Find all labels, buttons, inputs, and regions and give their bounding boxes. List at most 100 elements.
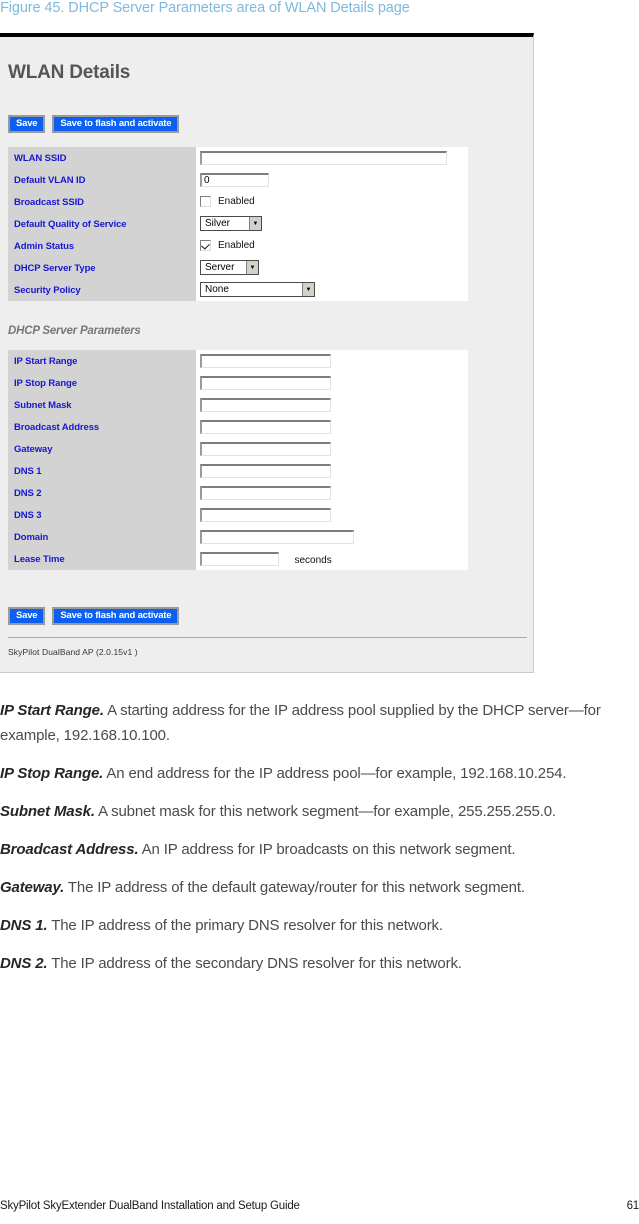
field-control-admin-status: Enabled	[196, 235, 468, 257]
term-text: A subnet mask for this network segment—f…	[94, 803, 556, 820]
dhcp-server-parameters-table: IP Start Range IP Stop Range Subnet Mask…	[8, 350, 468, 570]
field-control-ip-stop-range	[196, 372, 468, 394]
admin-status-checkbox[interactable]	[200, 240, 211, 252]
dns-3-input[interactable]	[200, 507, 331, 522]
table-row: Security Policy None ▼	[8, 279, 468, 301]
firmware-version-text: SkyPilot DualBand AP (2.0.15v1 )	[8, 647, 138, 657]
field-label-wlan-ssid: WLAN SSID	[8, 147, 196, 169]
field-label-lease-time: Lease Time	[8, 548, 196, 570]
description-ip-start-range: IP Start Range. A starting address for t…	[0, 698, 639, 748]
figure-caption: Figure 45. DHCP Server Parameters area o…	[0, 0, 410, 16]
field-label-broadcast-ssid: Broadcast SSID	[8, 191, 196, 213]
chevron-down-icon: ▼	[246, 261, 258, 275]
security-policy-value: None	[205, 284, 229, 296]
field-label-gateway: Gateway	[8, 438, 196, 460]
default-vlan-id-input[interactable]	[200, 172, 269, 187]
field-control-subnet-mask	[196, 394, 468, 416]
table-row: IP Stop Range	[8, 372, 468, 394]
broadcast-ssid-checkbox[interactable]	[200, 196, 211, 208]
default-quality-of-service-value: Silver	[201, 217, 249, 231]
field-control-gateway	[196, 438, 468, 460]
broadcast-address-input[interactable]	[200, 419, 331, 434]
field-label-admin-status: Admin Status	[8, 235, 196, 257]
page-title: WLAN Details	[8, 62, 131, 83]
subnet-mask-input[interactable]	[200, 397, 331, 412]
term-text: An end address for the IP address pool—f…	[103, 765, 567, 782]
field-control-security-policy: None ▼	[196, 279, 468, 301]
footer-title: SkyPilot SkyExtender DualBand Installati…	[0, 1200, 300, 1212]
dhcp-server-parameters-heading: DHCP Server Parameters	[8, 325, 141, 337]
field-label-dhcp-server-type: DHCP Server Type	[8, 257, 196, 279]
bottom-button-row: Save Save to flash and activate	[8, 607, 180, 625]
description-dns-1: DNS 1. The IP address of the primary DNS…	[0, 913, 639, 938]
field-control-dhcp-server-type: Server ▼	[196, 257, 468, 279]
field-control-default-vlan-id	[196, 169, 468, 191]
broadcast-ssid-checkbox-group[interactable]: Enabled	[200, 196, 255, 208]
field-label-ip-start-range: IP Start Range	[8, 350, 196, 372]
dns-2-input[interactable]	[200, 485, 331, 500]
table-row: Gateway	[8, 438, 468, 460]
chevron-down-icon: ▼	[249, 217, 261, 231]
save-to-flash-and-activate-button-top[interactable]: Save to flash and activate	[52, 115, 180, 133]
term-text: The IP address of the primary DNS resolv…	[47, 917, 443, 934]
table-row: Default VLAN ID	[8, 169, 468, 191]
domain-input[interactable]	[200, 529, 354, 544]
field-label-dns-2: DNS 2	[8, 482, 196, 504]
term-label: Subnet Mask.	[0, 803, 95, 820]
term-text: The IP address of the secondary DNS reso…	[47, 955, 462, 972]
table-row: Broadcast SSID Enabled	[8, 191, 468, 213]
table-row: Default Quality of Service Silver ▼	[8, 213, 468, 235]
field-control-dns-2	[196, 482, 468, 504]
dhcp-server-type-select[interactable]: Server ▼	[200, 260, 259, 276]
admin-status-checkbox-label: Enabled	[218, 240, 255, 252]
admin-status-checkbox-group[interactable]: Enabled	[200, 240, 255, 252]
term-label: IP Start Range.	[0, 702, 104, 719]
save-button-top[interactable]: Save	[8, 115, 46, 133]
table-row: Lease Time seconds	[8, 548, 468, 570]
field-label-dns-1: DNS 1	[8, 460, 196, 482]
ip-stop-range-input[interactable]	[200, 375, 331, 390]
term-label: DNS 2.	[0, 955, 48, 972]
term-label: DNS 1.	[0, 917, 48, 934]
term-label: Gateway.	[0, 879, 65, 896]
footer-page-number: 61	[626, 1200, 639, 1212]
security-policy-select[interactable]: None ▼	[200, 282, 315, 298]
term-text: The IP address of the default gateway/ro…	[64, 879, 525, 896]
lease-time-input[interactable]	[200, 551, 279, 566]
field-label-subnet-mask: Subnet Mask	[8, 394, 196, 416]
field-control-dns-1	[196, 460, 468, 482]
gateway-input[interactable]	[200, 441, 331, 456]
broadcast-ssid-checkbox-label: Enabled	[218, 196, 255, 208]
screenshot-panel: WLAN Details Save Save to flash and acti…	[0, 33, 534, 673]
table-row: Subnet Mask	[8, 394, 468, 416]
field-control-wlan-ssid	[196, 147, 468, 169]
dns-1-input[interactable]	[200, 463, 331, 478]
description-gateway: Gateway. The IP address of the default g…	[0, 875, 639, 900]
save-to-flash-and-activate-button-bottom[interactable]: Save to flash and activate	[52, 607, 180, 625]
dhcp-server-type-value: Server	[205, 262, 235, 274]
field-label-broadcast-address: Broadcast Address	[8, 416, 196, 438]
wlan-ssid-input[interactable]	[200, 150, 447, 165]
table-row: DHCP Server Type Server ▼	[8, 257, 468, 279]
field-label-default-quality-of-service: Default Quality of Service	[8, 213, 196, 235]
ip-start-range-input[interactable]	[200, 353, 331, 368]
panel-divider	[8, 637, 527, 638]
page-footer: SkyPilot SkyExtender DualBand Installati…	[0, 1200, 639, 1212]
field-label-domain: Domain	[8, 526, 196, 548]
field-label-ip-stop-range: IP Stop Range	[8, 372, 196, 394]
description-ip-stop-range: IP Stop Range. An end address for the IP…	[0, 761, 639, 786]
term-text: An IP address for IP broadcasts on this …	[138, 841, 516, 858]
default-quality-of-service-select[interactable]: Silver ▼	[200, 216, 262, 232]
description-dns-2: DNS 2. The IP address of the secondary D…	[0, 951, 639, 976]
field-control-broadcast-address	[196, 416, 468, 438]
wlan-settings-table: WLAN SSID Default VLAN ID Broadcast SSID…	[8, 147, 468, 301]
field-label-dns-3: DNS 3	[8, 504, 196, 526]
field-label-security-policy: Security Policy	[8, 279, 196, 301]
field-label-default-vlan-id: Default VLAN ID	[8, 169, 196, 191]
table-row: Domain	[8, 526, 468, 548]
top-button-row: Save Save to flash and activate	[8, 115, 180, 133]
term-label: Broadcast Address.	[0, 841, 139, 858]
table-row: DNS 3	[8, 504, 468, 526]
field-control-default-quality-of-service: Silver ▼	[196, 213, 468, 235]
save-button-bottom[interactable]: Save	[8, 607, 46, 625]
